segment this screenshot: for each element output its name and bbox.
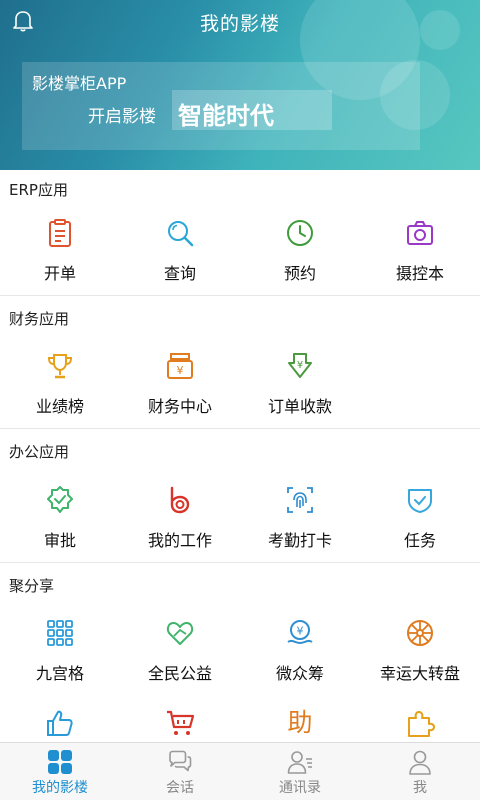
header-banner: 我的影楼 影楼掌柜APP 开启影楼 智能时代: [0, 0, 480, 170]
badge-check-icon: [47, 486, 73, 513]
download-yuan-icon: ¥: [288, 353, 312, 378]
tile-label: 预约: [283, 264, 316, 283]
nav-label: 通讯录: [279, 780, 321, 796]
tile-label: 幸运大转盘: [379, 664, 460, 683]
tile-chaxun[interactable]: 查询: [120, 218, 240, 284]
svg-text:¥: ¥: [297, 625, 304, 638]
clipboard-icon: [49, 219, 71, 247]
tile-xingyundazhuanpan[interactable]: 幸运大转盘: [360, 618, 480, 684]
zhu-character: 助: [287, 708, 312, 736]
tile-label: 九宫格: [35, 664, 84, 683]
tile-label: 审批: [43, 531, 76, 550]
tile-label: 订单收款: [267, 397, 332, 416]
tile-caiwuzhongxin[interactable]: ¥ 财务中心: [120, 351, 240, 417]
promo-line2: 开启影楼: [88, 107, 156, 127]
tile-label: 业绩榜: [35, 397, 84, 416]
tile-kaidan[interactable]: 开单: [0, 218, 120, 284]
section-title-share: 聚分享: [9, 577, 55, 595]
trophy-icon: [47, 354, 73, 379]
tile-yuyue[interactable]: 预约: [240, 218, 360, 284]
tile-wodegongzuo[interactable]: 我的工作: [120, 485, 240, 551]
tile-thumbs-up[interactable]: [0, 708, 120, 738]
tile-label: 财务中心: [147, 397, 212, 416]
tile-cart[interactable]: [120, 708, 240, 738]
promo-highlight: 智能时代: [172, 90, 332, 130]
tile-yejibang[interactable]: 业绩榜: [0, 351, 120, 417]
tile-zhu[interactable]: 助: [240, 706, 360, 736]
clock-icon: [287, 220, 313, 246]
top-bar: 我的影楼: [0, 0, 480, 44]
tile-label: 微众筹: [275, 664, 324, 683]
nav-label: 我的影楼: [32, 780, 88, 796]
tile-jiugongge[interactable]: 九宫格: [0, 618, 120, 684]
section-title-erp: ERP应用: [9, 181, 68, 199]
cart-icon: [167, 710, 195, 735]
grid-four-icon: [48, 750, 72, 774]
tile-weizhongchou[interactable]: ¥ 微众筹: [240, 618, 360, 684]
nav-label: 会话: [166, 780, 194, 796]
svg-text:¥: ¥: [297, 360, 303, 371]
tile-shekongben[interactable]: 摄控本: [360, 218, 480, 284]
tile-label: 任务: [403, 531, 436, 550]
tile-label: 我的工作: [147, 531, 212, 550]
b-letter-icon: [170, 486, 190, 514]
shield-check-icon: [408, 489, 432, 513]
promo-panel[interactable]: 影楼掌柜APP 开启影楼 智能时代: [22, 62, 420, 150]
tile-label: 查询: [163, 264, 196, 283]
section-divider: [0, 428, 480, 429]
zhu-character-icon: 助: [287, 708, 312, 736]
section-title-office: 办公应用: [9, 443, 70, 461]
tile-label: 开单: [43, 264, 76, 283]
nav-label: 我: [413, 780, 427, 796]
section-divider: [0, 295, 480, 296]
nav-my-studio[interactable]: 我的影楼: [0, 743, 120, 800]
tile-puzzle[interactable]: [360, 708, 480, 738]
tile-label: 摄控本: [395, 264, 444, 283]
nav-contacts[interactable]: 通讯录: [240, 743, 360, 800]
tile-kaoqindaka[interactable]: 考勤打卡: [240, 485, 360, 551]
section-divider: [0, 562, 480, 563]
tile-quanmingongyi[interactable]: 全民公益: [120, 618, 240, 684]
grid-icon: [47, 620, 73, 646]
tile-renwu[interactable]: 任务: [360, 485, 480, 551]
tile-dingdanshoukuan[interactable]: ¥ 订单收款: [240, 351, 360, 417]
puzzle-icon: [408, 711, 435, 737]
nav-me[interactable]: 我: [360, 743, 480, 800]
wheel-icon: [407, 620, 433, 646]
person-icon: [409, 750, 431, 775]
page-title: 我的影楼: [199, 13, 280, 35]
section-title-finance: 财务应用: [9, 310, 70, 328]
camera-icon: [407, 221, 433, 245]
cash-register-icon: ¥: [167, 353, 193, 379]
bottom-nav: 我的影楼 会话 通讯录 我: [0, 742, 480, 800]
promo-line1: 影楼掌柜APP: [32, 74, 127, 93]
tile-shenpi[interactable]: 审批: [0, 485, 120, 551]
fingerprint-icon: [287, 487, 313, 513]
tile-label: 全民公益: [147, 664, 212, 683]
contacts-icon: [287, 751, 312, 774]
tile-label: 考勤打卡: [267, 531, 332, 550]
svg-text:¥: ¥: [177, 364, 184, 377]
search-icon: [168, 221, 194, 247]
thumbs-up-icon: [47, 710, 73, 736]
nav-chat[interactable]: 会话: [120, 743, 240, 800]
heart-hand-icon: [166, 622, 194, 645]
yuan-hands-icon: ¥: [287, 620, 313, 645]
chat-icon: [169, 750, 192, 772]
